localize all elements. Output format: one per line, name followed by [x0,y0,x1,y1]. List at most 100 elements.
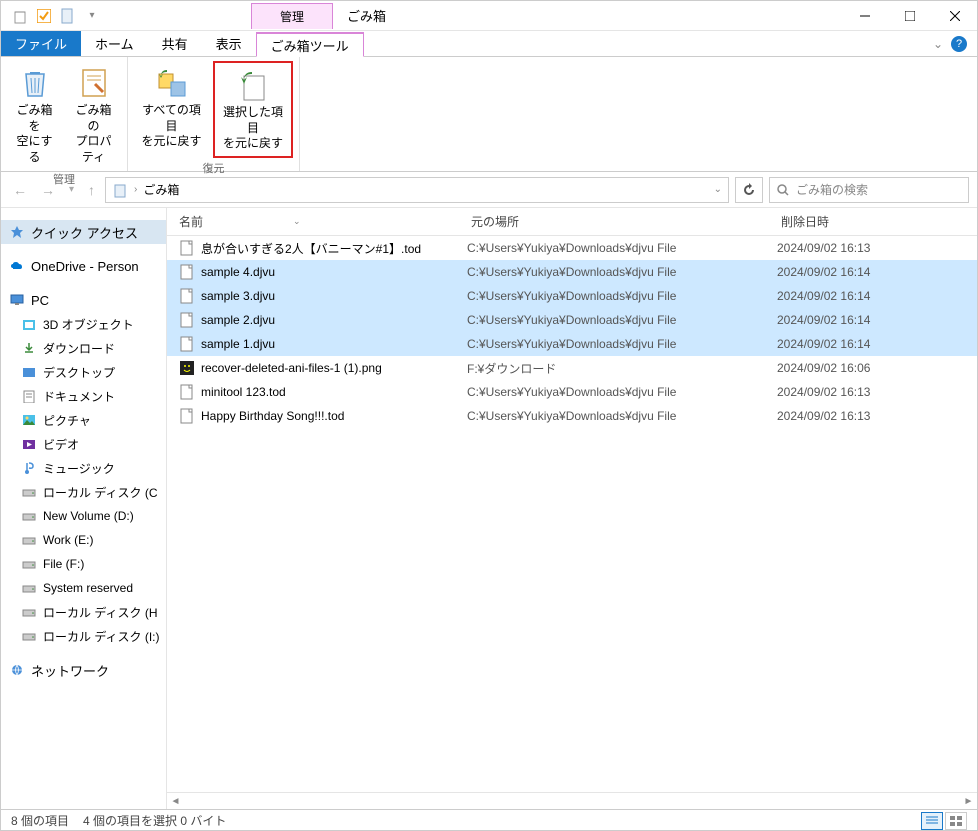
sidebar-item[interactable]: 3D オブジェクト [1,312,166,336]
restore-all-button[interactable]: すべての項目 を元に戻す [134,61,209,158]
sidebar-item-pc[interactable]: PC [1,288,166,312]
file-row[interactable]: sample 2.djvuC:¥Users¥Yukiya¥Downloads¥d… [167,308,977,332]
recycle-bin-properties-button[interactable]: ごみ箱の プロパティ [66,61,121,169]
empty-recycle-bin-button[interactable]: ごみ箱を 空にする [7,61,62,169]
horizontal-scrollbar[interactable]: ◄ ► [167,792,977,809]
refresh-button[interactable] [735,177,763,203]
sidebar-item[interactable]: ビデオ [1,432,166,456]
maximize-button[interactable] [887,1,932,31]
checkbox-icon[interactable] [35,7,53,25]
file-row[interactable]: recover-deleted-ani-files-1 (1).pngF:¥ダウ… [167,356,977,380]
sidebar-label: PC [31,293,49,308]
disk-icon [21,532,37,548]
file-row[interactable]: minitool 123.todC:¥Users¥Yukiya¥Download… [167,380,977,404]
chevron-down-icon[interactable]: ⌄ [714,184,722,195]
sidebar-label: ミュージック [43,460,115,477]
chevron-down-icon[interactable]: ⌄ [933,37,943,51]
tab-share[interactable]: 共有 [148,31,202,56]
column-header-deleted[interactable]: 削除日時 [777,213,977,230]
file-location: C:¥Users¥Yukiya¥Downloads¥djvu File [467,265,777,279]
file-deleted-date: 2024/09/02 16:14 [777,337,977,351]
folder-icon [21,364,37,380]
file-list-pane: 名前⌄ 元の場所 削除日時 息が合いすぎる2人【バニーマン#1】.todC:¥U… [166,208,977,809]
scroll-left-icon[interactable]: ◄ [167,793,184,809]
file-name: minitool 123.tod [201,385,286,399]
file-row[interactable]: sample 1.djvuC:¥Users¥Yukiya¥Downloads¥d… [167,332,977,356]
column-header-location[interactable]: 元の場所 [467,213,777,230]
close-button[interactable] [932,1,977,31]
search-placeholder: ごみ箱の検索 [796,181,868,198]
file-row[interactable]: 息が合いすぎる2人【バニーマン#1】.todC:¥Users¥Yukiya¥Do… [167,236,977,260]
sidebar-label: Work (E:) [43,533,93,547]
sidebar-item[interactable]: File (F:) [1,552,166,576]
file-name: sample 3.djvu [201,289,275,303]
content-area: クイック アクセス OneDrive - Person PC 3D オブジェクト… [1,208,977,809]
sidebar-item[interactable]: ピクチャ [1,408,166,432]
folder-icon [21,388,37,404]
titlebar: ▾ 管理 ごみ箱 [1,1,977,31]
file-location: F:¥ダウンロード [467,360,777,377]
ribbon-group-restore: すべての項目 を元に戻す 選択した項目 を元に戻す 復元 [128,57,300,171]
column-header-name[interactable]: 名前⌄ [167,213,467,230]
file-deleted-date: 2024/09/02 16:14 [777,313,977,327]
address-bar[interactable]: › ごみ箱 ⌄ [105,177,729,203]
disk-icon [21,628,37,644]
recycle-bin-icon [112,182,128,198]
file-location: C:¥Users¥Yukiya¥Downloads¥djvu File [467,337,777,351]
dropdown-icon[interactable]: ▾ [83,7,101,25]
button-label: ごみ箱を 空にする [11,103,58,165]
folder-icon [21,412,37,428]
file-row[interactable]: sample 3.djvuC:¥Users¥Yukiya¥Downloads¥d… [167,284,977,308]
sidebar-item[interactable]: ミュージック [1,456,166,480]
sidebar-item-onedrive[interactable]: OneDrive - Person [1,254,166,278]
forward-button[interactable]: → [37,180,59,200]
file-row[interactable]: Happy Birthday Song!!!.todC:¥Users¥Yukiy… [167,404,977,428]
sidebar-item[interactable]: ダウンロード [1,336,166,360]
sidebar-item[interactable]: ローカル ディスク (C [1,480,166,504]
sidebar-item[interactable]: System reserved [1,576,166,600]
sidebar-item[interactable]: Work (E:) [1,528,166,552]
tab-file[interactable]: ファイル [1,31,81,56]
sidebar-label: ドキュメント [43,388,115,405]
disk-icon [21,580,37,596]
scroll-right-icon[interactable]: ► [960,793,977,809]
file-icon [179,240,195,256]
properties-icon [76,65,112,101]
search-box[interactable]: ごみ箱の検索 [769,177,969,203]
sidebar-label: New Volume (D:) [43,509,134,523]
folder-icon [21,436,37,452]
tab-view[interactable]: 表示 [202,31,256,56]
sidebar-label: クイック アクセス [31,223,138,242]
document-icon[interactable] [59,7,77,25]
column-headers: 名前⌄ 元の場所 削除日時 [167,208,977,236]
up-button[interactable]: ↑ [84,180,99,200]
restore-selected-button[interactable]: 選択した項目 を元に戻す [213,61,293,158]
details-view-button[interactable] [921,812,943,830]
file-icon [179,408,195,424]
sidebar-item[interactable]: New Volume (D:) [1,504,166,528]
sidebar-item-network[interactable]: ネットワーク [1,658,166,682]
recent-locations-button[interactable]: ▾ [65,182,78,197]
help-icon[interactable]: ? [951,36,967,52]
sidebar-item[interactable]: デスクトップ [1,360,166,384]
sidebar-item[interactable]: ドキュメント [1,384,166,408]
file-deleted-date: 2024/09/02 16:13 [777,241,977,255]
file-deleted-date: 2024/09/02 16:13 [777,409,977,423]
thumbnails-view-button[interactable] [945,812,967,830]
sidebar-item[interactable]: ローカル ディスク (I:) [1,624,166,648]
status-bar: 8 個の項目 4 個の項目を選択 0 バイト [1,809,977,831]
file-row[interactable]: sample 4.djvuC:¥Users¥Yukiya¥Downloads¥d… [167,260,977,284]
restore-all-icon [154,65,190,101]
minimize-button[interactable] [842,1,887,31]
file-name: Happy Birthday Song!!!.tod [201,409,344,423]
tab-home[interactable]: ホーム [81,31,148,56]
file-name: sample 2.djvu [201,313,275,327]
back-button[interactable]: ← [9,180,31,200]
button-label: すべての項目 を元に戻す [138,103,205,150]
sidebar-label: OneDrive - Person [31,259,139,274]
recycle-bin-icon [17,65,53,101]
sidebar-item[interactable]: ローカル ディスク (H [1,600,166,624]
sidebar-item-quick-access[interactable]: クイック アクセス [1,220,166,244]
group-label: 復元 [203,158,225,176]
tab-recycle-bin-tools[interactable]: ごみ箱ツール [256,32,364,57]
